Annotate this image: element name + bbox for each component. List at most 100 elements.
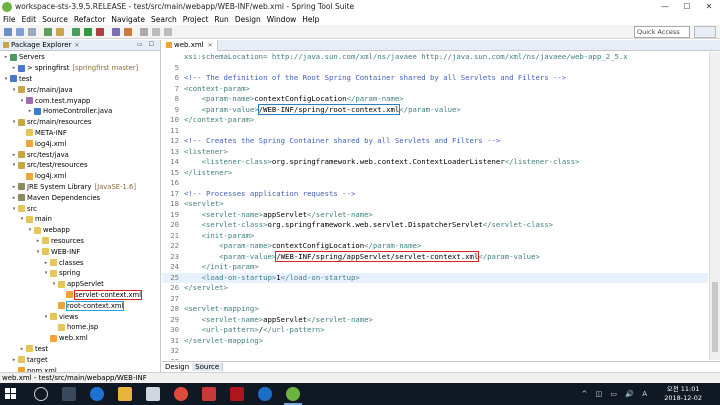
expanded-twisty-icon[interactable]: ▾ xyxy=(35,249,41,255)
tree-item[interactable]: web.xml xyxy=(0,333,160,344)
tree-item[interactable]: ▾ src/test/resources xyxy=(0,160,160,171)
code-line[interactable]: 11 xyxy=(162,126,708,137)
tree-item[interactable]: ▸ > springfirst [springfirst master] xyxy=(0,63,160,74)
forward-icon[interactable] xyxy=(164,28,172,36)
maximize-button[interactable]: ☐ xyxy=(676,0,698,13)
tree-item[interactable]: ▾ views xyxy=(0,311,160,322)
debug-icon[interactable] xyxy=(72,28,80,36)
tree-item[interactable]: ▾ src/main/java xyxy=(0,84,160,95)
menu-refactor[interactable]: Refactor xyxy=(74,15,105,24)
run-icon[interactable] xyxy=(84,28,92,36)
code-line[interactable]: 30 <url-pattern>/</url-pattern> xyxy=(162,325,708,336)
code-line[interactable]: 22 <param-name>contextConfigLocation</pa… xyxy=(162,241,708,252)
tree-item[interactable]: ▸ src/test/java xyxy=(0,149,160,160)
collapsed-twisty-icon[interactable]: ▸ xyxy=(35,238,41,244)
expanded-twisty-icon[interactable]: ▾ xyxy=(51,281,57,287)
new-icon[interactable] xyxy=(4,28,12,36)
minimize-button[interactable]: — xyxy=(654,0,676,13)
code-line[interactable]: 18 <servlet> xyxy=(162,199,708,210)
code-line[interactable]: 33 xyxy=(162,357,708,361)
code-line[interactable]: 21 <init-param> xyxy=(162,231,708,242)
code-line[interactable]: 29 <servlet-name>appServlet</servlet-nam… xyxy=(162,315,708,326)
package-explorer-tab[interactable]: Package Explorer ✕ ▭ ☐ xyxy=(0,40,160,51)
sts-taskbar-icon[interactable] xyxy=(286,387,300,401)
code-line[interactable]: 7 <context-param> xyxy=(162,84,708,95)
new-java-class-icon[interactable] xyxy=(112,28,120,36)
tree-item[interactable]: ▾ appServlet xyxy=(0,279,160,290)
ie-icon[interactable] xyxy=(90,387,104,401)
code-line[interactable]: 17 <!-- Processes application requests --… xyxy=(162,189,708,200)
collapsed-twisty-icon[interactable]: ▸ xyxy=(11,195,17,201)
tree-item[interactable]: log4j.xml xyxy=(0,138,160,149)
code-line[interactable]: 14 <listener-class>org.springframework.w… xyxy=(162,157,708,168)
code-line[interactable]: 31 </servlet-mapping> xyxy=(162,336,708,347)
menu-help[interactable]: Help xyxy=(302,15,319,24)
server-icon[interactable] xyxy=(44,28,52,36)
expanded-twisty-icon[interactable]: ▾ xyxy=(11,87,17,93)
tree-item[interactable]: ▾ WEB-INF xyxy=(0,246,160,257)
system-tray-icons[interactable]: ^ ◫ ▭ 🔊 A xyxy=(582,390,651,398)
menu-edit[interactable]: Edit xyxy=(22,15,37,24)
expanded-twisty-icon[interactable]: ▾ xyxy=(11,206,17,212)
tree-item[interactable]: ▸ Servers xyxy=(0,52,160,63)
tree-item[interactable]: ▸ resources xyxy=(0,236,160,247)
collapsed-twisty-icon[interactable]: ▸ xyxy=(3,54,9,60)
tree-item[interactable]: ▾ src/main/resources xyxy=(0,117,160,128)
view-minmax-icon[interactable]: ▭ ☐ xyxy=(137,41,156,48)
code-line[interactable]: 32 xyxy=(162,346,708,357)
code-line[interactable]: 20 <servlet-class>org.springframework.we… xyxy=(162,220,708,231)
collapsed-twisty-icon[interactable]: ▸ xyxy=(43,260,49,266)
back-icon[interactable] xyxy=(152,28,160,36)
close-tab-icon[interactable]: ✕ xyxy=(208,42,213,49)
collapsed-twisty-icon[interactable]: ▸ xyxy=(11,152,17,158)
code-line[interactable]: 16 xyxy=(162,178,708,189)
store-icon[interactable] xyxy=(146,387,160,401)
expanded-twisty-icon[interactable]: ▾ xyxy=(3,76,9,82)
chrome-icon[interactable] xyxy=(174,387,188,401)
close-view-icon[interactable]: ✕ xyxy=(74,42,79,49)
edge-icon[interactable] xyxy=(258,387,272,401)
code-line[interactable]: 26 </servlet> xyxy=(162,283,708,294)
open-task-icon[interactable] xyxy=(124,28,132,36)
search-icon[interactable] xyxy=(140,28,148,36)
code-line[interactable]: 13 <listener> xyxy=(162,147,708,158)
tree-item[interactable]: ▸ test xyxy=(0,344,160,355)
tree-item[interactable]: ▸ classes xyxy=(0,257,160,268)
external-tools-icon[interactable] xyxy=(96,28,104,36)
open-type-icon[interactable] xyxy=(56,28,64,36)
tree-item[interactable]: ▸ target xyxy=(0,354,160,365)
code-line[interactable]: 28 <servlet-mapping> xyxy=(162,304,708,315)
expanded-twisty-icon[interactable]: ▾ xyxy=(43,314,49,320)
expanded-twisty-icon[interactable]: ▾ xyxy=(43,270,49,276)
search-icon[interactable] xyxy=(34,387,48,401)
collapsed-twisty-icon[interactable]: ▸ xyxy=(19,346,25,352)
code-area[interactable]: xsi:schemaLocation= http://java.sun.com/… xyxy=(162,52,708,360)
tree-item[interactable]: log4j.xml xyxy=(0,171,160,182)
perspective-switch-icon[interactable] xyxy=(694,26,716,38)
save-all-icon[interactable] xyxy=(28,28,36,36)
clock[interactable]: 오전 11:01 2018-12-02 xyxy=(664,385,702,403)
tree-item[interactable]: home.jsp xyxy=(0,322,160,333)
collapsed-twisty-icon[interactable]: ▸ xyxy=(11,184,17,190)
menu-navigate[interactable]: Navigate xyxy=(111,15,145,24)
menu-search[interactable]: Search xyxy=(151,15,177,24)
code-line[interactable]: 24 </init-param> xyxy=(162,262,708,273)
quick-access-input[interactable]: Quick Access xyxy=(634,26,690,38)
acrobat-icon[interactable] xyxy=(230,387,244,401)
menu-file[interactable]: File xyxy=(3,15,16,24)
collapsed-twisty-icon[interactable]: ▸ xyxy=(27,108,33,114)
tree-item[interactable]: servlet-context.xml xyxy=(0,289,160,301)
close-button[interactable]: ✕ xyxy=(698,0,720,13)
expanded-twisty-icon[interactable]: ▾ xyxy=(19,216,25,222)
current-code-line[interactable]: 25 <load-on-startup>1</load-on-startup> xyxy=(162,272,708,283)
code-line[interactable]: 23 <param-value>/WEB-INF/spring/appServl… xyxy=(162,250,708,263)
code-line[interactable]: 27 xyxy=(162,294,708,305)
code-line[interactable]: 9 <param-value>/WEB-INF/spring/root-cont… xyxy=(162,103,708,116)
menu-design[interactable]: Design xyxy=(235,15,261,24)
task-view-icon[interactable] xyxy=(62,387,76,401)
menu-window[interactable]: Window xyxy=(267,15,297,24)
expanded-twisty-icon[interactable]: ▾ xyxy=(11,162,17,168)
code-line[interactable]: 8 <param-name>contextConfigLocation</par… xyxy=(162,94,708,105)
tree-item[interactable]: META-INF xyxy=(0,128,160,139)
code-line[interactable]: xsi:schemaLocation= http://java.sun.com/… xyxy=(162,52,708,63)
